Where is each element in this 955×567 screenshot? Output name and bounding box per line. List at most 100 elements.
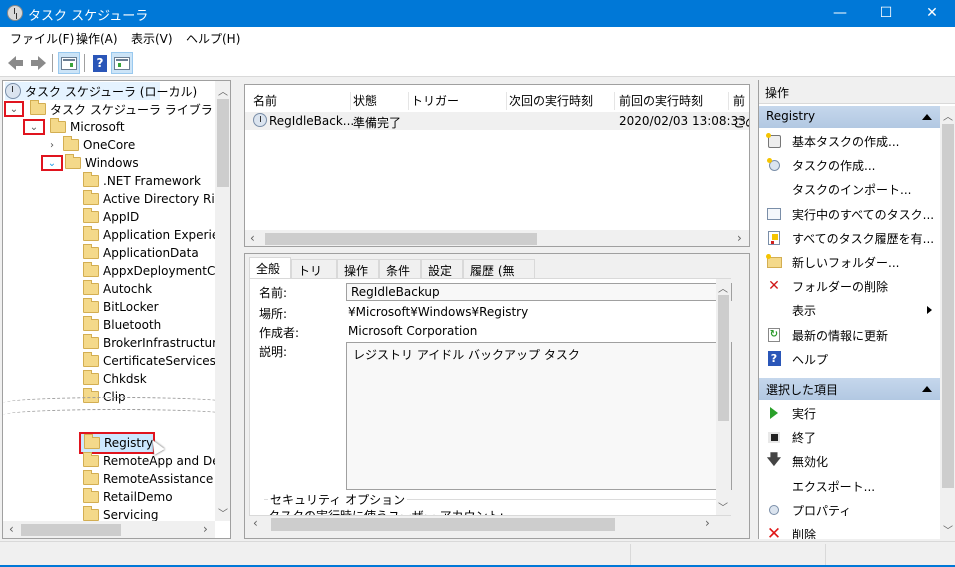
- action-item-label: 最新の情報に更新: [792, 328, 889, 343]
- action-item[interactable]: 🡇 無効化: [759, 450, 940, 472]
- section-header-registry[interactable]: Registry: [759, 106, 940, 128]
- scroll-left-icon[interactable]: ‹: [250, 231, 255, 245]
- tree-item[interactable]: Chkdsk: [83, 370, 147, 388]
- action-item-label: プロパティ: [792, 503, 852, 518]
- tree-item[interactable]: AppxDeploymentClie: [83, 262, 229, 280]
- list-horizontal-scrollbar[interactable]: ‹ ›: [245, 230, 749, 246]
- column-last-result[interactable]: 前回: [733, 92, 749, 110]
- minimize-button[interactable]: —: [817, 0, 863, 27]
- tab-actions[interactable]: 操作: [337, 259, 379, 279]
- tree-item[interactable]: .NET Framework: [83, 172, 201, 190]
- tree-item[interactable]: AppID: [83, 208, 139, 226]
- tree-item[interactable]: Active Directory Righ: [83, 190, 230, 208]
- tree-item-windows[interactable]: ⌄ Windows: [41, 154, 139, 172]
- collapse-icon[interactable]: [922, 386, 932, 392]
- actions-vertical-scrollbar[interactable]: ︿ ﹀: [940, 106, 955, 539]
- show-hide-action-pane-button[interactable]: [111, 52, 133, 74]
- scroll-down-icon[interactable]: ﹀: [218, 505, 228, 520]
- scroll-left-icon[interactable]: ‹: [9, 522, 14, 536]
- chevron-right-icon[interactable]: ›: [45, 138, 59, 152]
- tree-item-onecore[interactable]: › OneCore: [45, 136, 135, 154]
- column-next-run[interactable]: 次回の実行時刻: [509, 92, 615, 110]
- column-name[interactable]: 名前: [253, 92, 351, 110]
- action-item[interactable]: すべてのタスク履歴を有...: [759, 227, 940, 249]
- menu-view[interactable]: 表示(V): [131, 30, 173, 47]
- show-hide-console-tree-button[interactable]: [58, 52, 80, 74]
- tree-root[interactable]: タスク スケジューラ (ローカル): [5, 82, 197, 100]
- scroll-down-icon[interactable]: ﹀: [718, 499, 728, 514]
- action-item[interactable]: 基本タスクの作成...: [759, 130, 940, 152]
- action-item[interactable]: 表示: [759, 299, 940, 321]
- menu-file[interactable]: ファイル(F): [10, 30, 74, 47]
- tree-item-library[interactable]: ⌄ タスク スケジューラ ライブラリ: [4, 100, 225, 118]
- forward-button[interactable]: [27, 52, 49, 74]
- help-button[interactable]: ?: [89, 52, 111, 74]
- action-item[interactable]: 実行中のすべてのタスク...: [759, 203, 940, 225]
- tab-history[interactable]: 履歴 (無効): [463, 259, 535, 295]
- chevron-down-icon[interactable]: ⌄: [41, 155, 63, 171]
- scroll-left-icon[interactable]: ‹: [253, 516, 258, 530]
- section-header-selected-item[interactable]: 選択した項目: [759, 378, 940, 400]
- maximize-button[interactable]: ☐: [863, 0, 909, 27]
- tree-item[interactable]: CertificateServicesClie: [83, 352, 230, 370]
- action-item[interactable]: ↻ 最新の情報に更新: [759, 324, 940, 346]
- chevron-down-icon[interactable]: ⌄: [4, 101, 24, 117]
- tree-item[interactable]: RetailDemo: [83, 488, 173, 506]
- scroll-right-icon[interactable]: ›: [705, 516, 710, 530]
- task-last-run: 2020/02/03 13:08:33: [619, 114, 746, 128]
- action-item[interactable]: エクスポート...: [759, 475, 940, 497]
- tree-item[interactable]: RemoteApp and Desk: [83, 452, 230, 470]
- table-row[interactable]: RegIdleBack... 準備完了 2020/02/03 13:08:33 …: [245, 112, 749, 130]
- scroll-right-icon[interactable]: ›: [737, 231, 742, 245]
- tree-item[interactable]: Autochk: [83, 280, 152, 298]
- tab-triggers[interactable]: トリガー: [291, 259, 337, 295]
- column-trigger[interactable]: トリガー: [411, 92, 507, 110]
- tree-item[interactable]: Bluetooth: [83, 316, 161, 334]
- scroll-up-icon[interactable]: ︿: [943, 108, 953, 123]
- tree-item-registry[interactable]: Registry: [79, 432, 155, 454]
- action-item[interactable]: 新しいフォルダー...: [759, 251, 940, 273]
- scrollbar-thumb[interactable]: [718, 295, 729, 421]
- tree-vertical-scrollbar[interactable]: ︿ ﹀: [215, 81, 230, 521]
- tree-item[interactable]: ApplicationData: [83, 244, 199, 262]
- action-item[interactable]: ? ヘルプ: [759, 348, 940, 370]
- tab-settings[interactable]: 設定: [421, 259, 463, 279]
- action-item[interactable]: タスクのインポート...: [759, 178, 940, 200]
- scroll-down-icon[interactable]: ﹀: [943, 522, 953, 537]
- tree-item[interactable]: RemoteAssistance: [83, 470, 213, 488]
- scrollbar-thumb[interactable]: [271, 518, 615, 531]
- close-button[interactable]: ✕: [909, 0, 955, 27]
- action-item[interactable]: ✕ 削除: [759, 523, 940, 539]
- action-item[interactable]: 終了: [759, 426, 940, 448]
- column-status[interactable]: 状態: [353, 92, 409, 110]
- back-button[interactable]: [4, 52, 26, 74]
- name-field[interactable]: RegIdleBackup: [346, 283, 732, 301]
- action-item[interactable]: タスクの作成...: [759, 154, 940, 176]
- tree-item[interactable]: BrokerInfrastructure: [83, 334, 224, 352]
- scroll-right-icon[interactable]: ›: [203, 522, 208, 536]
- tree-item[interactable]: BitLocker: [83, 298, 159, 316]
- details-vertical-scrollbar[interactable]: ︿ ﹀: [716, 279, 731, 515]
- tab-conditions[interactable]: 条件: [379, 259, 421, 279]
- scrollbar-thumb[interactable]: [942, 124, 954, 488]
- menu-help[interactable]: ヘルプ(H): [186, 30, 240, 47]
- description-field[interactable]: レジストリ アイドル バックアップ タスク: [346, 342, 732, 490]
- scroll-up-icon[interactable]: ︿: [718, 280, 728, 295]
- tree-horizontal-scrollbar[interactable]: ‹ ›: [3, 521, 215, 538]
- action-item[interactable]: ✕ フォルダーの削除: [759, 275, 940, 297]
- tree-item[interactable]: Application Experienc: [83, 226, 230, 244]
- tab-general[interactable]: 全般: [249, 257, 291, 279]
- scroll-up-icon[interactable]: ︿: [218, 83, 228, 98]
- tree-item-microsoft[interactable]: ⌄ Microsoft: [23, 118, 125, 136]
- scrollbar-thumb[interactable]: [217, 99, 229, 187]
- action-item[interactable]: プロパティ: [759, 499, 940, 521]
- scrollbar-thumb[interactable]: [21, 524, 121, 536]
- tree-item-label: BitLocker: [103, 300, 159, 314]
- action-item[interactable]: 実行: [759, 402, 940, 424]
- details-horizontal-scrollbar[interactable]: ‹ ›: [249, 516, 715, 532]
- collapse-icon[interactable]: [922, 114, 932, 120]
- chevron-down-icon[interactable]: ⌄: [23, 119, 45, 135]
- column-last-run[interactable]: 前回の実行時刻: [619, 92, 729, 110]
- menu-action[interactable]: 操作(A): [76, 30, 118, 47]
- scrollbar-thumb[interactable]: [265, 233, 537, 245]
